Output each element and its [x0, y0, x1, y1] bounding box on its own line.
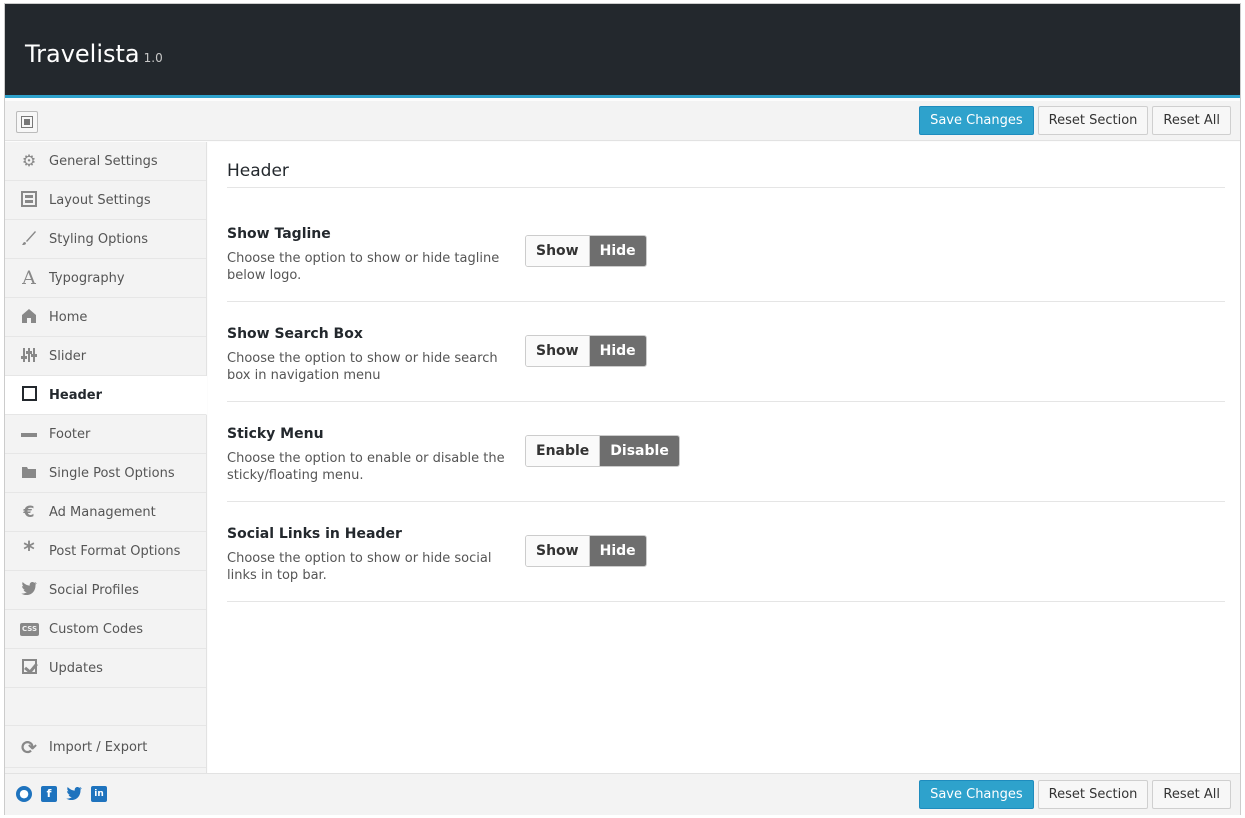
sidebar-spacer [5, 688, 206, 726]
sidebar-item-single-post-options[interactable]: Single Post Options [5, 454, 206, 493]
home-icon [20, 308, 38, 326]
sidebar-item-ad-management[interactable]: € Ad Management [5, 493, 206, 532]
sidebar-item-home[interactable]: Home [5, 298, 206, 337]
sidebar-item-footer[interactable]: Footer [5, 415, 206, 454]
option-description: Choose the option to show or hide taglin… [227, 251, 500, 283]
minus-icon [20, 425, 38, 443]
euro-icon: € [23, 502, 35, 521]
sidebar-item-import-export[interactable]: ⟳ Import / Export [5, 726, 206, 768]
sidebar-item-label: General Settings [49, 154, 158, 169]
refresh-icon: ⟳ [21, 737, 37, 759]
sidebar-item-label: Header [49, 388, 103, 403]
option-title: Show Tagline [227, 226, 331, 242]
sidebar-item-label: Ad Management [49, 505, 156, 520]
option-description: Choose the option to show or hide search… [227, 351, 498, 383]
top-button-group: Save Changes Reset Section Reset All [919, 106, 1231, 135]
disable-option[interactable]: Disable [600, 436, 679, 466]
sidebar-item-slider[interactable]: Slider [5, 337, 206, 376]
asterisk-icon: * [23, 538, 35, 563]
option-title: Sticky Menu [227, 426, 324, 442]
sidebar-item-updates[interactable]: Updates [5, 649, 206, 688]
sidebar: ⚙ General Settings Layout Settings Styli… [5, 142, 207, 773]
gears-icon: ⚙ [21, 151, 37, 170]
save-changes-button[interactable]: Save Changes [919, 780, 1034, 809]
option-show-tagline: Show Tagline Choose the option to show o… [227, 202, 1225, 302]
option-description: Choose the option to show or hide social… [227, 551, 492, 583]
section-title: Header [227, 161, 289, 181]
sliders-icon [20, 347, 38, 365]
linkedin-icon[interactable]: in [91, 786, 107, 802]
layout-icon [20, 191, 38, 209]
show-search-box-toggle: Show Hide [525, 335, 647, 367]
sidebar-item-label: Slider [49, 349, 87, 364]
sidebar-item-label: Custom Codes [49, 622, 143, 637]
css-icon: CSS [20, 620, 40, 638]
social-links: ● f in [16, 786, 107, 802]
sidebar-item-label: Import / Export [49, 740, 148, 755]
hide-option[interactable]: Hide [589, 236, 646, 266]
brush-icon [20, 230, 38, 248]
social-links-toggle: Show Hide [525, 535, 647, 567]
sidebar-item-label: Footer [49, 427, 91, 442]
app-version: 1.0 [143, 51, 163, 65]
top-toolbar: Save Changes Reset Section Reset All [5, 101, 1240, 141]
sidebar-item-general-settings[interactable]: ⚙ General Settings [5, 142, 206, 181]
github-icon[interactable]: ● [16, 786, 32, 802]
twitter-icon[interactable] [66, 786, 82, 802]
facebook-icon[interactable]: f [41, 786, 57, 802]
reset-all-button[interactable]: Reset All [1152, 780, 1231, 809]
sidebar-item-label: Typography [49, 271, 125, 286]
save-changes-button[interactable]: Save Changes [919, 106, 1034, 135]
bottom-button-group: Save Changes Reset Section Reset All [919, 780, 1231, 809]
sidebar-item-label: Social Profiles [49, 583, 139, 598]
sidebar-item-styling-options[interactable]: Styling Options [5, 220, 206, 259]
sidebar-item-label: Layout Settings [49, 193, 151, 208]
twitter-icon [20, 581, 38, 599]
sidebar-item-label: Post Format Options [49, 544, 181, 559]
sidebar-item-label: Updates [49, 661, 103, 676]
sidebar-item-label: Home [49, 310, 88, 325]
checkbox-icon [20, 659, 38, 677]
option-show-search-box: Show Search Box Choose the option to sho… [227, 302, 1225, 402]
reset-section-button[interactable]: Reset Section [1037, 780, 1149, 809]
show-tagline-toggle: Show Hide [525, 235, 647, 267]
main-content: Header Show Tagline Choose the option to… [208, 142, 1240, 773]
sidebar-item-post-format-options[interactable]: * Post Format Options [5, 532, 206, 571]
reset-section-button[interactable]: Reset Section [1037, 106, 1149, 135]
options-panel: Travelista 1.0 Save Changes Reset Section… [4, 3, 1241, 815]
option-title: Social Links in Header [227, 526, 402, 542]
square-icon [20, 386, 38, 404]
reset-all-button[interactable]: Reset All [1152, 106, 1231, 135]
sidebar-item-layout-settings[interactable]: Layout Settings [5, 181, 206, 220]
expand-options-icon[interactable] [16, 111, 38, 133]
app-brand: Travelista 1.0 [25, 40, 163, 68]
footer-toolbar: ● f in Save Changes Reset Section Reset … [5, 773, 1240, 815]
show-option[interactable]: Show [526, 536, 590, 566]
typography-icon: A [22, 267, 36, 289]
folder-icon [20, 464, 38, 482]
option-sticky-menu: Sticky Menu Choose the option to enable … [227, 402, 1225, 502]
sticky-menu-toggle: Enable Disable [525, 435, 680, 467]
show-option[interactable]: Show [526, 236, 590, 266]
sidebar-item-social-profiles[interactable]: Social Profiles [5, 571, 206, 610]
sidebar-item-typography[interactable]: A Typography [5, 259, 206, 298]
sidebar-item-label: Styling Options [49, 232, 149, 247]
hide-option[interactable]: Hide [589, 336, 646, 366]
option-title: Show Search Box [227, 326, 363, 342]
enable-option[interactable]: Enable [526, 436, 601, 466]
app-title: Travelista [25, 40, 140, 68]
option-description: Choose the option to enable or disable t… [227, 451, 505, 483]
top-header: Travelista 1.0 [5, 4, 1240, 98]
show-option[interactable]: Show [526, 336, 590, 366]
option-social-links-header: Social Links in Header Choose the option… [227, 502, 1225, 602]
hide-option[interactable]: Hide [589, 536, 646, 566]
title-divider [227, 187, 1225, 188]
sidebar-item-label: Single Post Options [49, 466, 175, 481]
sidebar-item-header[interactable]: Header [5, 376, 207, 415]
sidebar-item-custom-codes[interactable]: CSS Custom Codes [5, 610, 206, 649]
